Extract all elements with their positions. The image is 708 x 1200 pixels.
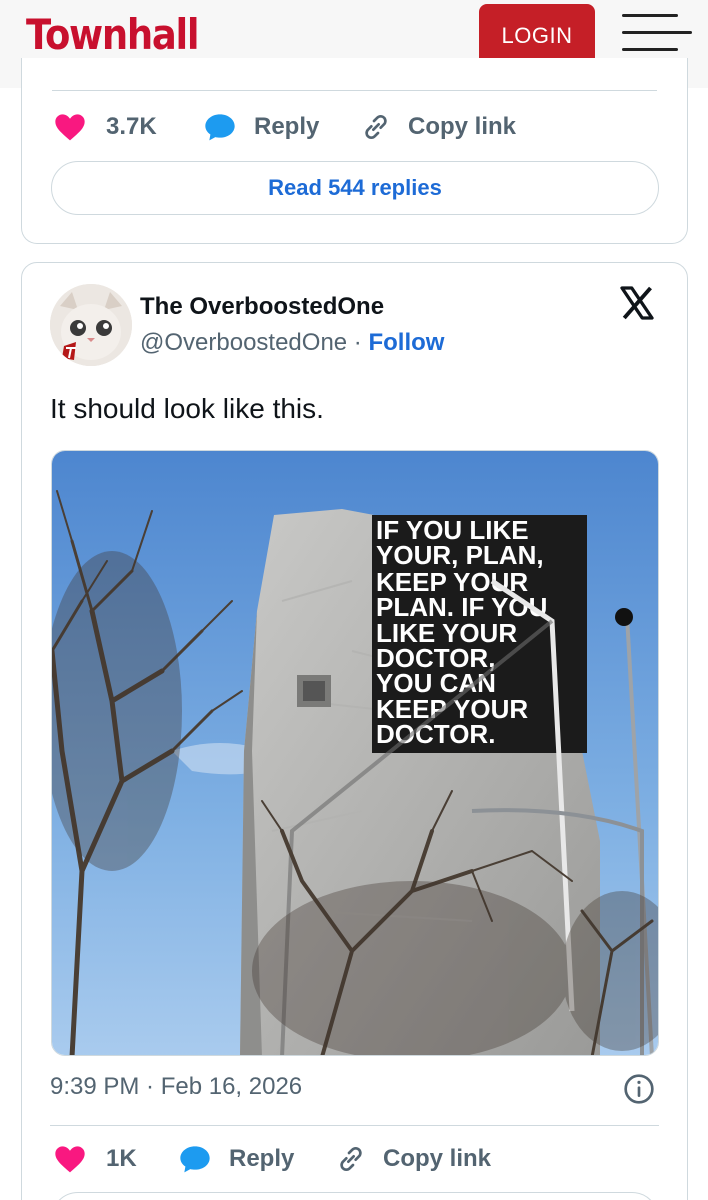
- x-logo-icon[interactable]: [618, 285, 656, 321]
- previous-tweet-card: 3.7K Reply Copy link Read 544 replies: [21, 58, 688, 244]
- link-icon: [340, 1146, 362, 1172]
- follow-link[interactable]: Follow: [368, 329, 444, 356]
- read-replies-button[interactable]: [51, 1192, 659, 1200]
- tweet-timestamp[interactable]: 9:39 PM · Feb 16, 2026: [50, 1073, 302, 1101]
- reply-button[interactable]: Reply: [179, 1139, 294, 1179]
- like-button[interactable]: 3.7K: [54, 107, 157, 147]
- reply-button[interactable]: Reply: [204, 107, 319, 147]
- like-count: 1K: [106, 1145, 137, 1172]
- copy-link-label: Copy link: [383, 1145, 492, 1172]
- reply-label: Reply: [254, 113, 320, 140]
- author-display-name[interactable]: The OverboostedOne: [140, 293, 384, 321]
- heart-icon: [55, 114, 85, 141]
- banner-line: DOCTOR.: [376, 719, 495, 749]
- divider: [52, 90, 657, 91]
- tweet-image[interactable]: IF YOU LIKE YOUR, PLAN, KEEP YOUR PLAN. …: [51, 450, 659, 1056]
- author-handle[interactable]: @OverboostedOne: [140, 329, 347, 356]
- author-handle-line: @OverboostedOne · Follow: [140, 329, 444, 357]
- heart-icon: [55, 1146, 85, 1173]
- townhall-logo[interactable]: Townhall: [26, 10, 200, 59]
- info-icon[interactable]: [623, 1073, 655, 1105]
- tweet-card: The OverboostedOne @OverboostedOne · Fol…: [21, 262, 688, 1200]
- reply-bubble-icon: [180, 1146, 210, 1173]
- menu-icon[interactable]: [622, 14, 692, 52]
- like-count: 3.7K: [106, 113, 157, 140]
- copy-link-button[interactable]: Copy link: [335, 1139, 491, 1179]
- banner-line: YOUR, PLAN,: [376, 540, 544, 570]
- divider: [50, 1125, 659, 1126]
- reply-label: Reply: [229, 1145, 295, 1172]
- link-icon: [365, 114, 387, 140]
- like-button[interactable]: 1K: [54, 1139, 137, 1179]
- tweet-text: It should look like this.: [50, 393, 324, 424]
- copy-link-button[interactable]: Copy link: [360, 107, 516, 147]
- tweet-actions: 1K Reply Copy link: [22, 1139, 687, 1179]
- separator: ·: [347, 329, 369, 356]
- read-replies-button[interactable]: Read 544 replies: [51, 161, 659, 215]
- tweet-actions: 3.7K Reply Copy link: [22, 107, 687, 147]
- reply-bubble-icon: [205, 114, 235, 141]
- copy-link-label: Copy link: [408, 113, 517, 140]
- avatar[interactable]: [50, 284, 132, 366]
